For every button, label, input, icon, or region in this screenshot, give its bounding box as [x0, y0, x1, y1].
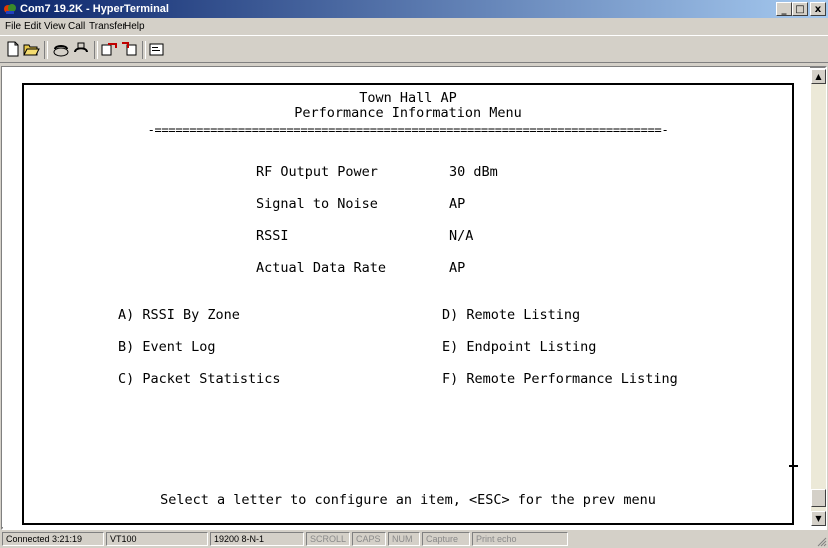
menu-title: Performance Information Menu — [294, 105, 522, 121]
menu-view[interactable]: View — [44, 21, 66, 32]
vertical-scrollbar[interactable]: ▲ ▼ — [811, 69, 826, 526]
stat-value-rssi: N/A — [449, 228, 474, 244]
hyperterminal-app-icon — [4, 4, 16, 14]
stat-value-snr: AP — [449, 196, 466, 212]
status-caps: CAPS — [352, 532, 386, 546]
toolbar — [0, 35, 828, 63]
open-folder-icon[interactable] — [22, 40, 40, 58]
receive-icon[interactable] — [120, 40, 138, 58]
status-capture: Capture — [422, 532, 470, 546]
menu-help[interactable]: Help — [124, 21, 145, 32]
status-port-settings: 19200 8-N-1 — [210, 532, 304, 546]
status-print-echo: Print echo — [472, 532, 568, 546]
stat-value-data-rate: AP — [449, 260, 466, 276]
window-title: Com7 19.2K - HyperTerminal — [20, 3, 169, 15]
menu-call[interactable]: Call — [68, 21, 85, 32]
maximize-button[interactable]: □ — [792, 2, 808, 16]
stat-label-rssi: RSSI — [256, 228, 289, 244]
menu-transfer[interactable]: Transfer — [89, 21, 126, 32]
option-rssi-by-zone[interactable]: A) RSSI By Zone — [118, 307, 240, 323]
menu-box: Town Hall AP Performance Information Men… — [22, 83, 794, 525]
option-packet-statistics[interactable]: C) Packet Statistics — [118, 371, 281, 387]
properties-icon[interactable] — [148, 40, 166, 58]
prompt-line: Select a letter to configure an item, <E… — [160, 492, 656, 508]
close-button[interactable]: x — [810, 2, 826, 16]
toolbar-separator — [94, 41, 98, 59]
disconnect-icon[interactable] — [72, 40, 90, 58]
scroll-up-button[interactable]: ▲ — [811, 69, 826, 84]
text-cursor — [789, 465, 798, 467]
minimize-button[interactable]: _ — [776, 2, 792, 16]
scroll-down-button[interactable]: ▼ — [811, 511, 826, 526]
separator-line: -=======================================… — [147, 123, 669, 137]
stat-label-data-rate: Actual Data Rate — [256, 260, 387, 276]
toolbar-separator — [142, 41, 146, 59]
status-emulation: VT100 — [106, 532, 208, 546]
option-event-log[interactable]: B) Event Log — [118, 339, 216, 355]
device-name: Town Hall AP — [359, 90, 457, 106]
new-file-icon[interactable] — [4, 40, 22, 58]
send-icon[interactable] — [100, 40, 118, 58]
stat-label-rf-power: RF Output Power — [256, 164, 378, 180]
menu-edit[interactable]: Edit — [24, 21, 41, 32]
scrollbar-thumb[interactable] — [811, 489, 826, 507]
option-remote-listing[interactable]: D) Remote Listing — [442, 307, 580, 323]
status-connected: Connected 3:21:19 — [2, 532, 104, 546]
call-icon[interactable] — [52, 40, 70, 58]
terminal-screen[interactable]: Town Hall AP Performance Information Men… — [2, 67, 810, 527]
resize-grip-icon[interactable] — [815, 535, 827, 547]
menubar: File Edit View Call Transfer Help — [0, 18, 828, 35]
stat-label-snr: Signal to Noise — [256, 196, 378, 212]
status-scroll: SCROLL — [306, 532, 350, 546]
option-endpoint-listing[interactable]: E) Endpoint Listing — [442, 339, 596, 355]
statusbar: Connected 3:21:19 VT100 19200 8-N-1 SCRO… — [0, 531, 828, 548]
status-num: NUM — [388, 532, 420, 546]
toolbar-separator — [44, 41, 48, 59]
menu-file[interactable]: File — [5, 21, 21, 32]
option-remote-performance-listing[interactable]: F) Remote Performance Listing — [442, 371, 678, 387]
stat-value-rf-power: 30 dBm — [449, 164, 498, 180]
window-titlebar[interactable]: Com7 19.2K - HyperTerminal _ □ x — [0, 0, 828, 18]
